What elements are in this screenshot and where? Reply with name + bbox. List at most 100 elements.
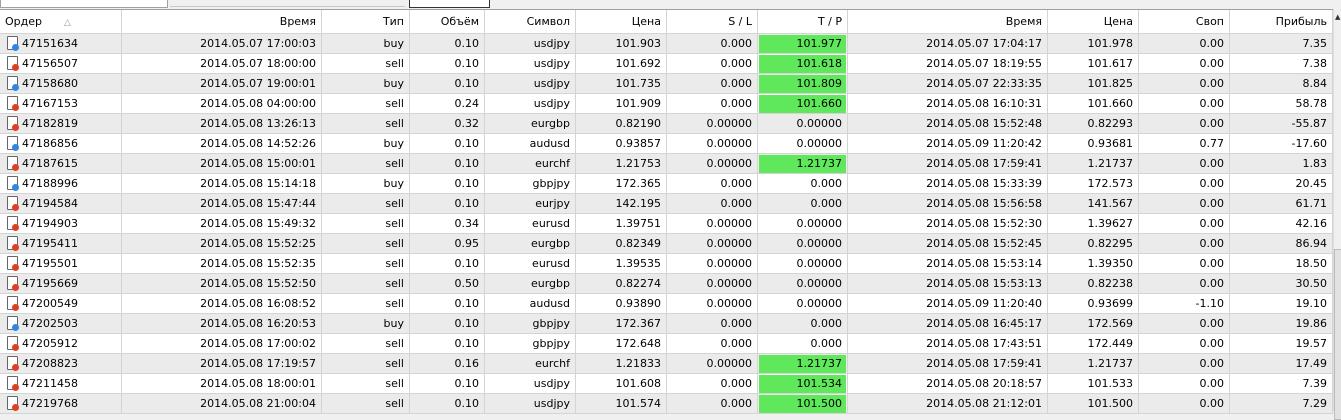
cell-order: 47200549 xyxy=(0,294,122,313)
cell-close-price: 0.93699 xyxy=(1048,294,1139,313)
cell-swap: -1.10 xyxy=(1139,294,1230,313)
sell-order-icon xyxy=(7,296,19,311)
cell-value: 0.10 xyxy=(454,177,480,190)
cell-profit: 19.10 xyxy=(1230,294,1333,313)
cell-tp: 101.618 xyxy=(758,54,848,73)
cell-value: 0.10 xyxy=(454,257,480,270)
table-row[interactable]: 47187615 2014.05.08 15:00:01 sell 0.10 eurch… xyxy=(0,154,1333,174)
table-row[interactable]: 47158680 2014.05.07 19:00:01 buy 0.10 usdjpy… xyxy=(0,74,1333,94)
table-row[interactable]: 47195501 2014.05.08 15:52:35 sell 0.10 eurus… xyxy=(0,254,1333,274)
cell-value: 172.449 xyxy=(1087,337,1134,350)
column-header-sl[interactable]: S / L xyxy=(667,10,758,33)
cell-value: buy xyxy=(383,177,404,190)
table-row[interactable]: 47182819 2014.05.08 13:26:13 sell 0.32 eurgb… xyxy=(0,114,1333,134)
cell-close-price: 101.533 xyxy=(1048,374,1139,393)
cell-tp: 101.500 xyxy=(758,394,848,413)
cell-value: -1.10 xyxy=(1195,297,1224,310)
column-header-label: T / P xyxy=(817,15,842,28)
cell-value: 0.00 xyxy=(1199,57,1225,70)
cell-value: 0.00 xyxy=(1199,197,1225,210)
cell-tp: 0.000 xyxy=(758,334,848,353)
cell-value: 1.21737 xyxy=(1087,157,1134,170)
cell-open-price: 172.648 xyxy=(576,334,667,353)
cell-value: 2014.05.08 18:00:01 xyxy=(200,377,316,390)
cell-value: 1.39350 xyxy=(1087,257,1134,270)
cell-value: 101.574 xyxy=(615,397,662,410)
table-row[interactable]: 47219768 2014.05.08 21:00:04 sell 0.10 usdjp… xyxy=(0,394,1333,414)
column-header-type[interactable]: Тип xyxy=(322,10,410,33)
cell-value: 47194584 xyxy=(22,197,78,210)
table-row[interactable]: 47200549 2014.05.08 16:08:52 sell 0.10 audus… xyxy=(0,294,1333,314)
cell-open-price: 1.39751 xyxy=(576,214,667,233)
cell-value: 0.000 xyxy=(720,337,753,350)
table-row[interactable]: 47195669 2014.05.08 15:52:50 sell 0.50 eurgb… xyxy=(0,274,1333,294)
cell-tp: 0.00000 xyxy=(758,254,848,273)
vertical-scrollbar[interactable]: ▲ xyxy=(1333,9,1341,420)
cell-open-price: 0.82274 xyxy=(576,274,667,293)
column-header-order[interactable]: Ордер △ xyxy=(0,10,122,33)
cell-value: 0.000 xyxy=(720,317,753,330)
table-row[interactable]: 47167153 2014.05.08 04:00:00 sell 0.24 usdjp… xyxy=(0,94,1333,114)
table-row[interactable]: 47211458 2014.05.08 18:00:01 sell 0.10 usdjp… xyxy=(0,374,1333,394)
cell-value: 47195411 xyxy=(22,237,78,250)
table-row[interactable]: 47194903 2014.05.08 15:49:32 sell 0.34 eurus… xyxy=(0,214,1333,234)
column-header-close-time[interactable]: Время xyxy=(848,10,1048,33)
table-row[interactable]: 47205912 2014.05.08 17:00:02 sell 0.10 gbpjp… xyxy=(0,334,1333,354)
table-row[interactable]: 47156507 2014.05.07 18:00:00 sell 0.10 usdjp… xyxy=(0,54,1333,74)
column-header-label: Своп xyxy=(1195,15,1224,28)
cell-value: 0.000 xyxy=(810,197,843,210)
cell-value: 101.617 xyxy=(1087,57,1134,70)
table-row[interactable]: 47188996 2014.05.08 15:14:18 buy 0.10 gbpjpy… xyxy=(0,174,1333,194)
tab-active[interactable] xyxy=(409,0,490,8)
cell-value: 47194903 xyxy=(22,217,78,230)
cell-value: 18.50 xyxy=(1295,257,1328,270)
table-row[interactable]: 47151634 2014.05.07 17:00:03 buy 0.10 usdjpy… xyxy=(0,34,1333,54)
cell-volume: 0.10 xyxy=(410,254,485,273)
cell-value: 0.000 xyxy=(720,77,753,90)
cell-value: sell xyxy=(385,337,404,350)
cell-order: 47194903 xyxy=(0,214,122,233)
cell-order: 47195501 xyxy=(0,254,122,273)
sell-order-icon xyxy=(7,336,19,351)
column-header-volume[interactable]: Объём xyxy=(410,10,485,33)
cell-sl: 0.000 xyxy=(667,34,758,53)
cell-value: 7.39 xyxy=(1302,377,1328,390)
cell-value: 101.977 xyxy=(759,35,846,53)
cell-profit: 7.39 xyxy=(1230,374,1333,393)
scroll-up-icon[interactable]: ▲ xyxy=(1335,13,1340,21)
cell-value: 1.83 xyxy=(1302,157,1328,170)
cell-value: 0.82349 xyxy=(615,237,662,250)
column-header-open-price[interactable]: Цена xyxy=(576,10,667,33)
cell-value: 0.00000 xyxy=(706,137,753,150)
column-header-close-price[interactable]: Цена xyxy=(1048,10,1139,33)
cell-value: 101.825 xyxy=(1087,77,1134,90)
cell-value: eurgbp xyxy=(530,237,570,250)
column-header-tp[interactable]: T / P xyxy=(758,10,848,33)
cell-value: sell xyxy=(385,197,404,210)
scrollbar-thumb[interactable] xyxy=(1334,249,1341,420)
column-header-open-time[interactable]: Время xyxy=(122,10,322,33)
column-header-symbol[interactable]: Символ xyxy=(485,10,576,33)
cell-value: 101.660 xyxy=(1087,97,1134,110)
column-header-swap[interactable]: Своп xyxy=(1139,10,1230,33)
cell-tp: 0.00000 xyxy=(758,114,848,133)
table-row[interactable]: 47195411 2014.05.08 15:52:25 sell 0.95 eurgb… xyxy=(0,234,1333,254)
table-row[interactable]: 47186856 2014.05.08 14:52:26 buy 0.10 audusd… xyxy=(0,134,1333,154)
cell-value: 2014.05.08 16:20:53 xyxy=(200,317,316,330)
table-row[interactable]: 47202503 2014.05.08 16:20:53 buy 0.10 gbpjpy… xyxy=(0,314,1333,334)
cell-symbol: audusd xyxy=(485,294,576,313)
cell-value: 0.10 xyxy=(454,377,480,390)
table-body: 47151634 2014.05.07 17:00:03 buy 0.10 usdjpy… xyxy=(0,34,1333,414)
table-row[interactable]: 47194584 2014.05.08 15:47:44 sell 0.10 eurjp… xyxy=(0,194,1333,214)
cell-tp: 0.000 xyxy=(758,194,848,213)
tab[interactable] xyxy=(170,0,405,7)
cell-tp: 0.00000 xyxy=(758,234,848,253)
cell-value: 47182819 xyxy=(22,117,78,130)
column-header-profit[interactable]: Прибыль xyxy=(1230,10,1333,33)
cell-volume: 0.16 xyxy=(410,354,485,373)
cell-swap: 0.00 xyxy=(1139,274,1230,293)
cell-open-time: 2014.05.08 15:52:35 xyxy=(122,254,322,273)
table-row[interactable]: 47208823 2014.05.08 17:19:57 sell 0.16 eurch… xyxy=(0,354,1333,374)
tab[interactable] xyxy=(0,0,168,8)
cell-close-time: 2014.05.08 15:52:45 xyxy=(848,234,1048,253)
